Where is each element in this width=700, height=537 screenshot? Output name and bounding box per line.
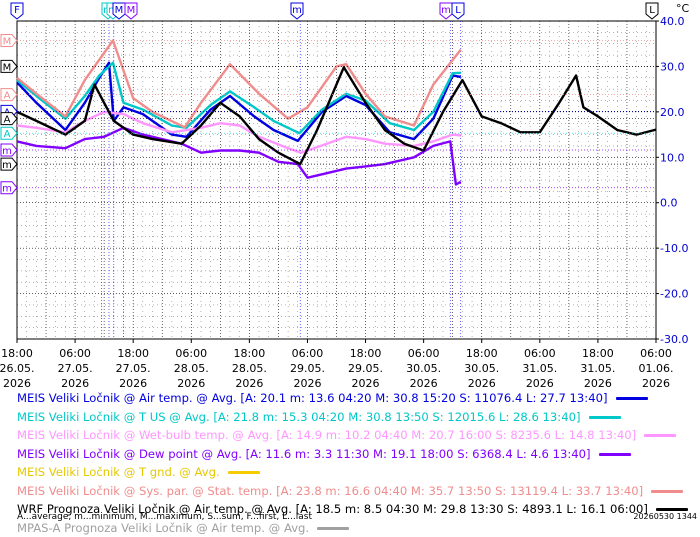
y-tick-label: 40.0 <box>660 15 685 28</box>
legend-swatch <box>644 434 676 437</box>
left-marker-label: m <box>2 146 12 157</box>
x-tick-label: 18:0030.05.2026 <box>464 347 499 390</box>
left-marker-label: A <box>4 115 11 126</box>
top-marker-label: L <box>455 5 461 16</box>
y-tick-label: 10.0 <box>660 151 685 164</box>
legend-swatch <box>616 397 648 400</box>
top-marker-label: F <box>14 5 20 16</box>
legend-text: MEIS Veliki Ločnik @ T gnd. @ Avg. <box>17 465 220 479</box>
y-tick-label: 0.0 <box>660 197 678 210</box>
x-tick-label: 18:0028.05.2026 <box>232 347 267 390</box>
left-marker-label: A <box>4 129 11 140</box>
x-tick-label: 18:0031.05.2026 <box>580 347 615 390</box>
x-tick-label: 18:0027.05.2026 <box>116 347 151 390</box>
x-tick-label: 06:0029.05.2026 <box>290 347 325 390</box>
top-marker-label: m <box>292 5 302 16</box>
legend-text: MEIS Veliki Ločnik @ Wet-bulb temp. @ Av… <box>17 428 636 442</box>
legend-item[interactable]: MEIS Veliki Ločnik @ Air temp. @ Avg. [A… <box>17 389 688 408</box>
temperature-chart: 40.0 30.0 20.0 10.0 0.0 -10.0 -20.0 -30.0 °C 18:0… <box>0 0 700 390</box>
left-marker-label: m <box>2 160 12 171</box>
top-marker-label: M <box>115 5 124 16</box>
left-marker-label: M <box>3 62 12 73</box>
legend-abbreviations-note: A...average, m...minimum, M...maximum, S… <box>17 512 312 522</box>
legend-item[interactable]: MEIS Veliki Ločnik @ Wet-bulb temp. @ Av… <box>17 426 688 445</box>
legend-text: MEIS Veliki Ločnik @ Dew point @ Avg. [A… <box>17 447 591 461</box>
y-tick-label: -30.0 <box>660 333 688 346</box>
legend-swatch <box>589 416 621 419</box>
legend-swatch <box>599 453 631 456</box>
legend-text: MEIS Veliki Ločnik @ Air temp. @ Avg. [A… <box>17 391 608 405</box>
y-tick-label: 30.0 <box>660 60 685 73</box>
legend-item[interactable]: MEIS Veliki Ločnik @ Sys. par. @ Stat. t… <box>17 482 688 501</box>
top-marker-label: L <box>649 5 655 16</box>
legend-text: MEIS Veliki Ločnik @ T US @ Avg. [A: 21.… <box>17 410 581 424</box>
legend-swatch <box>228 471 260 474</box>
legend-text: MEIS Veliki Ločnik @ Sys. par. @ Stat. t… <box>17 484 643 498</box>
x-tick-label: 06:0031.05.2026 <box>522 347 557 390</box>
legend-swatch <box>656 508 688 511</box>
legend-swatch <box>317 527 349 530</box>
left-marker-label: A <box>4 91 11 102</box>
legend-item[interactable]: MEIS Veliki Ločnik @ Dew point @ Avg. [A… <box>17 445 688 464</box>
left-marker-label: m <box>2 184 12 195</box>
x-tick-label: 06:0028.05.2026 <box>174 347 209 390</box>
x-tick-label: 06:0001.06.2026 <box>639 347 674 390</box>
x-tick-label: 18:0029.05.2026 <box>348 347 383 390</box>
y-unit-label: °C <box>676 2 690 15</box>
y-tick-label: -10.0 <box>660 242 688 255</box>
y-tick-label: -20.0 <box>660 288 688 301</box>
legend-item[interactable]: MEIS Veliki Ločnik @ T gnd. @ Avg. <box>17 463 688 482</box>
top-marker-label: m <box>441 5 451 16</box>
x-tick-label: 06:0027.05.2026 <box>58 347 93 390</box>
top-marker-label: M <box>127 5 136 16</box>
y-tick-label: 20.0 <box>660 106 685 119</box>
legend-swatch <box>651 490 683 493</box>
x-tick-label: 06:0030.05.2026 <box>406 347 441 390</box>
legend-item[interactable]: MEIS Veliki Ločnik @ T US @ Avg. [A: 21.… <box>17 408 688 427</box>
timestamp-stamp: 20260530 1344 <box>633 512 697 521</box>
left-marker-label: M <box>3 37 12 48</box>
x-tick-label: 18:0026.05.2026 <box>0 347 35 390</box>
